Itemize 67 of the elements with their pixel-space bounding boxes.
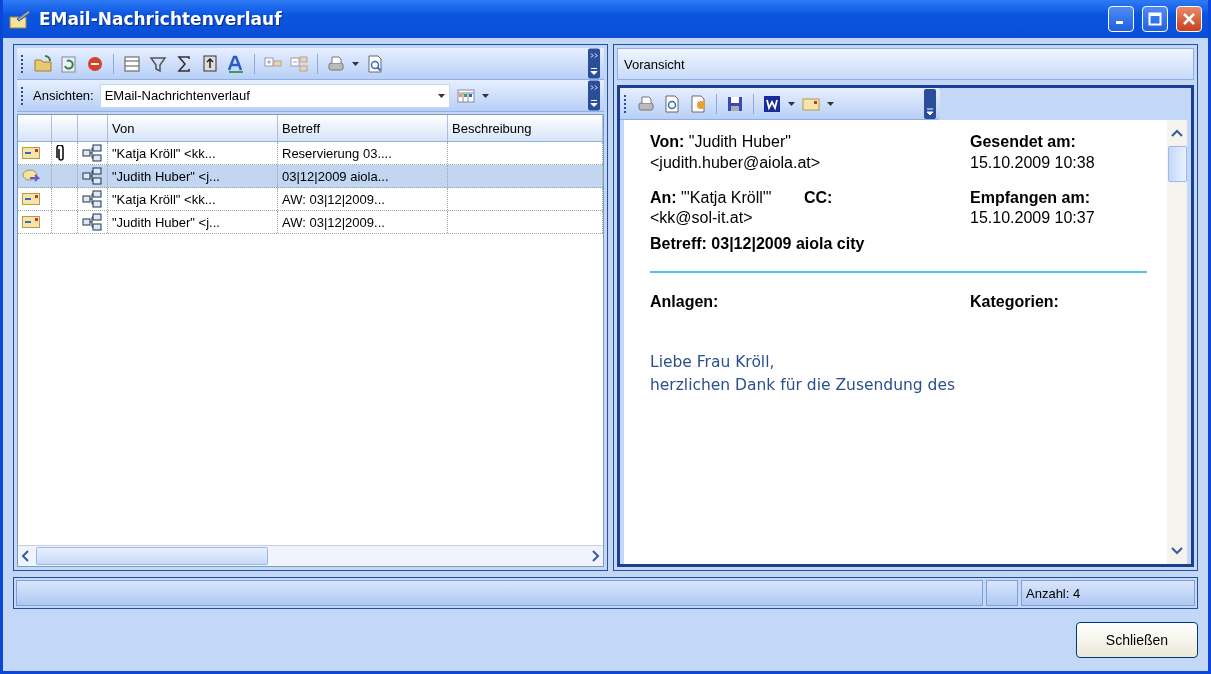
thread-tree-icon: [82, 167, 102, 185]
font-color-icon[interactable]: [226, 53, 246, 74]
close-icon[interactable]: [1182, 12, 1196, 26]
received-date: Empfangen am: 15.10.2009 10:37: [970, 187, 1096, 229]
close-button[interactable]: [1176, 6, 1202, 32]
column-header[interactable]: Beschreibung: [448, 115, 603, 141]
status-bar-panel: [986, 580, 1018, 606]
caret-icon[interactable]: [827, 101, 834, 106]
maximize-button[interactable]: [1142, 6, 1168, 32]
cc-label: CC:: [804, 187, 834, 208]
attachments-label: Anlagen:: [650, 293, 720, 312]
dropdown-caret-icon[interactable]: [437, 93, 445, 98]
table-cell: "Katja Kröll" <kk...: [108, 188, 278, 210]
caret-icon[interactable]: [352, 61, 359, 66]
table-cell: AW: 03|12|2009...: [278, 211, 448, 233]
vertical-scrollbar[interactable]: [1167, 120, 1187, 564]
document-w-icon[interactable]: [762, 93, 782, 114]
forwarded-mail-icon: [22, 168, 42, 184]
table-cell: AW: 03|12|2009...: [278, 188, 448, 210]
thread-tree-icon: [82, 144, 102, 162]
overflow-chevron-icon[interactable]: [588, 48, 600, 79]
column-header[interactable]: Betreff: [278, 115, 448, 141]
preview-title: Voransicht: [617, 48, 1194, 80]
close-dialog-button[interactable]: Schließen: [1076, 622, 1198, 658]
envelope-icon: [22, 216, 40, 228]
table-cell: "Katja Kröll" <kk...: [108, 142, 278, 164]
message-row[interactable]: "Judith Huber" <j... AW: 03|12|2009...: [18, 211, 603, 234]
scroll-thumb[interactable]: [36, 547, 268, 565]
views-dropdown[interactable]: EMail-Nachrichtenverlauf: [99, 83, 450, 108]
views-label: Ansichten:: [33, 88, 94, 103]
export-icon[interactable]: [200, 53, 220, 74]
horizontal-scrollbar[interactable]: [18, 545, 603, 566]
message-row[interactable]: "Judith Huber" <j... 03|12|2009 aiola...: [18, 165, 603, 188]
columns-icon[interactable]: [122, 53, 142, 74]
column-header[interactable]: Von: [108, 115, 278, 141]
overflow-chevron-icon[interactable]: [924, 88, 936, 119]
categories-label: Kategorien:: [970, 293, 1060, 312]
sent-date: Gesendet am: 15.10.2009 10:38: [970, 132, 1096, 173]
refresh-icon[interactable]: [59, 53, 79, 74]
printer-icon[interactable]: [636, 93, 656, 114]
caret-icon[interactable]: [788, 101, 795, 106]
page-setup-icon[interactable]: [688, 93, 708, 114]
overflow-chevron-icon[interactable]: [588, 80, 600, 111]
message-count: Anzahl: 4: [1021, 580, 1195, 606]
message-body: Liebe Frau Kröll, herzlichen Dank für die Zusendung des: [650, 352, 957, 397]
subject-line: Betreff: 03|12|2009 aiola city: [650, 235, 866, 254]
maximize-icon[interactable]: [1148, 12, 1162, 26]
envelope-icon: [22, 193, 40, 205]
envelope-icon: [22, 147, 40, 159]
table-cell: Reservierung 03....: [278, 142, 448, 164]
printer-icon[interactable]: [326, 53, 346, 74]
table-cell: 03|12|2009 aiola...: [278, 165, 448, 187]
print-preview-icon[interactable]: [365, 53, 385, 74]
open-folder-icon[interactable]: [33, 53, 53, 74]
thread-tree-icon: [82, 213, 102, 231]
from-field: Von: "Judith Huber" <judith.huber@aiola.at>: [650, 132, 900, 174]
scroll-thumb[interactable]: [1167, 146, 1187, 182]
print-preview-icon[interactable]: [662, 93, 682, 114]
message-row[interactable]: "Katja Kröll" <kk... AW: 03|12|2009...: [18, 188, 603, 211]
table-cell: "Judith Huber" <j...: [108, 165, 278, 187]
table-cell: "Judith Huber" <j...: [108, 211, 278, 233]
thread-tree-icon: [82, 190, 102, 208]
window-title: EMail-Nachrichtenverlauf: [39, 9, 283, 29]
caret-icon[interactable]: [481, 93, 489, 98]
minimize-button[interactable]: [1108, 6, 1134, 32]
to-field: An: "'Katja Kröll'" <kk@sol-it.at>: [650, 187, 804, 230]
mail-app-icon: [9, 9, 31, 29]
